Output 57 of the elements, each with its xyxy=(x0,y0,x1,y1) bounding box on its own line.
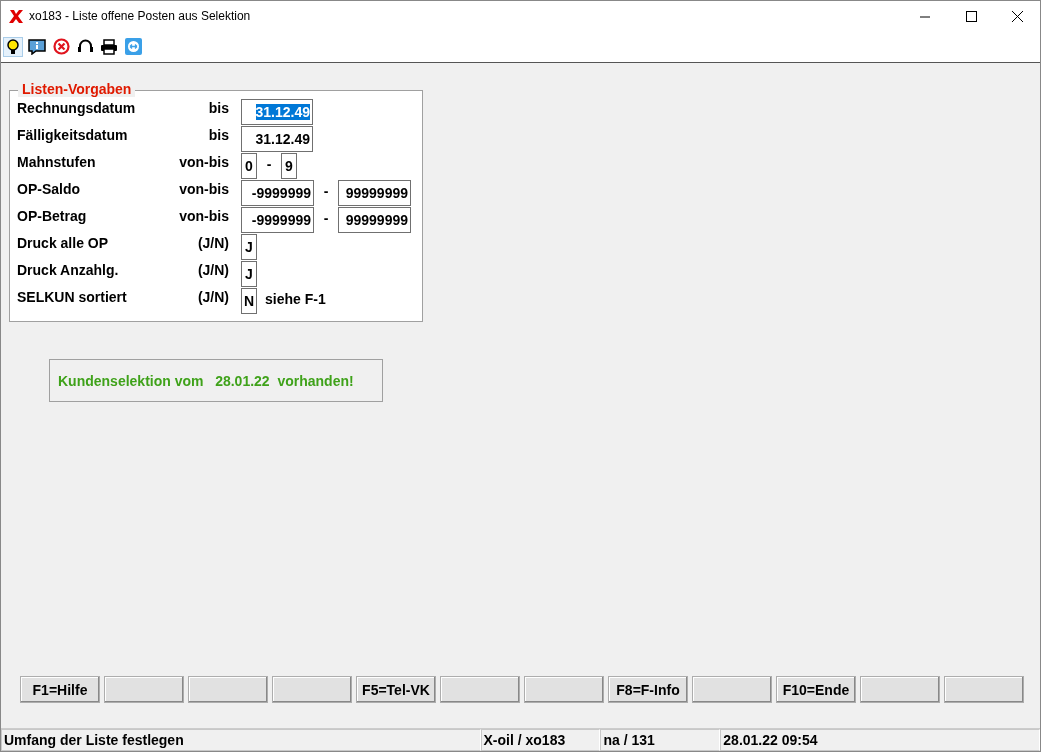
field-qualifier: (J/N) xyxy=(196,289,229,305)
field-qualifier: von-bis xyxy=(178,208,229,224)
field-label: Druck Anzahlg. xyxy=(17,262,120,278)
status-field: Umfang der Liste festlegen xyxy=(1,729,481,751)
input-field[interactable]: 99999999 xyxy=(338,207,411,233)
field-qualifier: von-bis xyxy=(178,154,229,170)
input-field[interactable]: J xyxy=(241,261,257,287)
field-label: Rechnungsdatum xyxy=(17,100,137,116)
empty-function-key-button[interactable] xyxy=(440,676,520,703)
field-qualifier: bis xyxy=(207,100,229,116)
input-field[interactable]: 0 xyxy=(241,153,257,179)
input-field[interactable]: J xyxy=(241,234,257,260)
empty-function-key-button[interactable] xyxy=(944,676,1024,703)
function-key-button[interactable]: F8=F-Info xyxy=(608,676,688,703)
input-field[interactable]: 31.12.49 xyxy=(241,99,313,125)
field-qualifier: (J/N) xyxy=(196,262,229,278)
empty-function-key-button[interactable] xyxy=(524,676,604,703)
empty-function-key-button[interactable] xyxy=(692,676,772,703)
group-title: Listen-Vorgaben xyxy=(18,81,136,97)
field-label: SELKUN sortiert xyxy=(17,289,128,305)
range-separator: - xyxy=(265,156,273,172)
field-qualifier: (J/N) xyxy=(196,235,229,251)
status-field: 28.01.22 09:54 xyxy=(720,729,1040,751)
field-qualifier: von-bis xyxy=(178,181,229,197)
input-field[interactable]: 31.12.49 xyxy=(241,126,313,152)
x-logo-icon xyxy=(9,8,23,24)
printer-icon[interactable] xyxy=(100,38,118,55)
range-separator: - xyxy=(322,183,330,199)
empty-function-key-button[interactable] xyxy=(188,676,268,703)
function-key-button[interactable]: F1=Hilfe xyxy=(20,676,100,703)
message-text: Kundenselektion vom 28.01.22 vorhanden! xyxy=(49,359,383,402)
empty-function-key-button[interactable] xyxy=(860,676,940,703)
empty-function-key-button[interactable] xyxy=(104,676,184,703)
input-field[interactable]: -9999999 xyxy=(241,207,314,233)
field-qualifier: bis xyxy=(207,127,229,143)
field-label: Mahnstufen xyxy=(17,154,97,170)
input-field[interactable]: 9 xyxy=(281,153,297,179)
headset-icon[interactable] xyxy=(76,38,94,55)
input-field[interactable]: N xyxy=(241,288,257,314)
field-label: Druck alle OP xyxy=(17,235,110,251)
window-title: xo183 - Liste offene Posten aus Selektion xyxy=(29,9,251,23)
status-field: X-oil / xo183 xyxy=(480,729,601,751)
function-key-button[interactable]: F10=Ende xyxy=(776,676,856,703)
function-key-button[interactable]: F5=Tel-VK xyxy=(356,676,436,703)
info-icon[interactable] xyxy=(28,38,46,55)
remote-icon[interactable] xyxy=(124,38,142,55)
empty-function-key-button[interactable] xyxy=(272,676,352,703)
range-separator: - xyxy=(322,210,330,226)
input-field[interactable]: -9999999 xyxy=(241,180,314,206)
field-label: OP-Betrag xyxy=(17,208,88,224)
field-label: Fälligkeitsdatum xyxy=(17,127,129,143)
input-field[interactable]: 99999999 xyxy=(338,180,411,206)
status-field: na / 131 xyxy=(600,729,721,751)
hint-text: siehe F-1 xyxy=(265,291,326,307)
field-label: OP-Saldo xyxy=(17,181,81,197)
lightbulb-icon[interactable] xyxy=(6,38,20,55)
cancel-icon[interactable] xyxy=(52,38,70,55)
